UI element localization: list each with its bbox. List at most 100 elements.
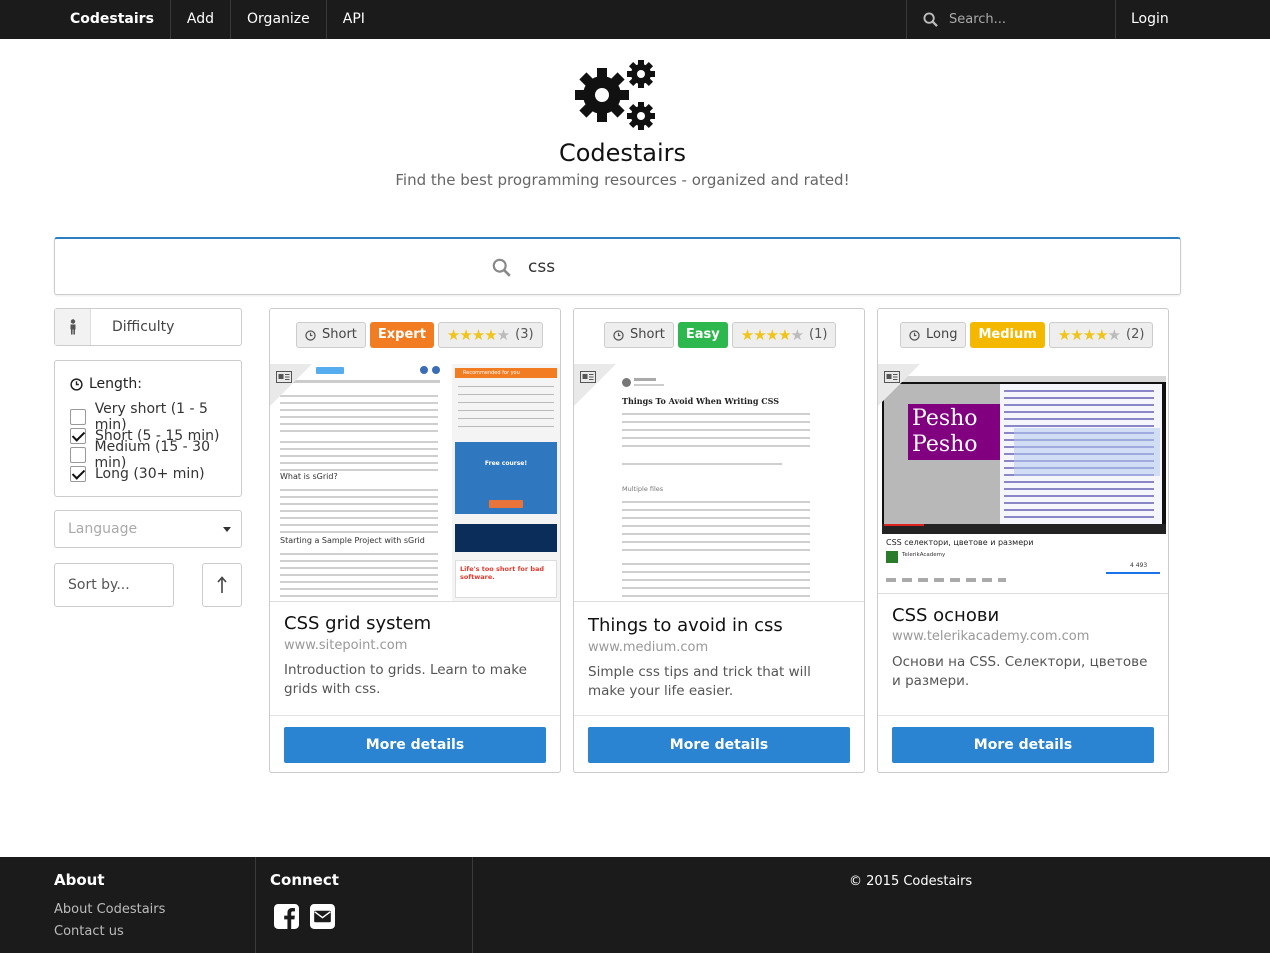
sort-placeholder: Sort by... [68, 577, 130, 593]
card-url: www.telerikacademy.com.com [892, 629, 1090, 644]
text-block [622, 460, 782, 470]
length-filter: Length: Very short (1 - 5 min) Short (5 … [54, 360, 242, 497]
caret-down-icon [223, 527, 231, 532]
length-option-very-short[interactable]: Very short (1 - 5 min) [70, 401, 241, 433]
demo-word: Pesho [912, 406, 978, 431]
card-badges: Long Medium ★★★★★ (2) [900, 322, 1154, 349]
text-block [622, 560, 810, 601]
thumb-heading: Starting a Sample Project with sGrid [280, 536, 425, 545]
video-player: Pesho Pesho [882, 376, 1166, 534]
card-title[interactable]: CSS grid system [284, 613, 431, 634]
promo-box: Free course! [455, 442, 557, 514]
facebook-icon[interactable] [274, 904, 299, 929]
card-badges: Short Easy ★★★★★ (1) [604, 322, 837, 349]
nav-organize[interactable]: Organize [231, 0, 327, 39]
card-badges: Short Expert ★★★★★ (3) [296, 322, 543, 349]
footer-about-title: About [54, 871, 105, 889]
difficulty-filter-button[interactable]: Difficulty [54, 308, 242, 346]
login-link[interactable]: Login [1116, 0, 1184, 39]
card-thumbnail[interactable]: Things To Avoid When Writing CSS Multipl… [574, 364, 864, 602]
contact-us-link[interactable]: Contact us [54, 924, 124, 939]
text-block [280, 486, 438, 514]
firebase-ad [455, 524, 557, 552]
card-description: Simple css tips and trick that will make… [588, 664, 811, 699]
length-option-label: Long (30+ min) [95, 465, 205, 482]
article-icon [276, 371, 292, 383]
checkbox[interactable] [70, 408, 86, 425]
gears-logo-icon [575, 60, 655, 130]
text-line [634, 378, 656, 381]
more-details-button[interactable]: More details [588, 727, 850, 763]
length-option-medium[interactable]: Medium (15 - 30 min) [70, 439, 241, 471]
rating-count: (3) [515, 327, 534, 342]
article-icon [580, 371, 596, 383]
resource-card: Short Easy ★★★★★ (1) Things To Avoid Whe… [573, 308, 865, 773]
share-icon [420, 366, 428, 374]
card-title[interactable]: CSS основи [892, 605, 999, 626]
hero-subtitle: Find the best programming resources - or… [395, 171, 850, 189]
text-block [280, 550, 438, 601]
code-highlight [1014, 428, 1160, 476]
video-topbar [882, 376, 1166, 382]
resource-card: Long Medium ★★★★★ (2) Pesho Pesho CSS се… [877, 308, 1169, 773]
thumb-article: Things To Avoid When Writing CSS Multipl… [574, 364, 864, 601]
card-thumbnail[interactable]: What is sGrid? Starting a Sample Project… [270, 364, 560, 602]
thumb-side-title: Recommended for you [455, 368, 557, 378]
nav-brand[interactable]: Codestairs [54, 0, 171, 39]
footer: About About Codestairs Contact us Connec… [0, 857, 1270, 953]
star-rating-icon: ★★★★★ [1057, 326, 1121, 344]
length-option-long[interactable]: Long (30+ min) [70, 464, 205, 483]
person-icon [70, 319, 76, 335]
nav-links: Codestairs Add Organize API [54, 0, 381, 39]
search-icon [923, 12, 938, 27]
hero-title: Codestairs [558, 139, 687, 167]
card-title[interactable]: Things to avoid in css [588, 615, 783, 636]
text-block [280, 514, 438, 534]
like-bar [1106, 572, 1160, 574]
text-block [280, 438, 438, 474]
mail-icon[interactable] [310, 904, 335, 929]
ad-text: Life's too short for bad software. [460, 565, 545, 581]
nav-api[interactable]: API [327, 0, 381, 39]
demo-box: Pesho Pesho [908, 404, 1000, 460]
length-badge: Long [900, 322, 967, 348]
about-codestairs-link[interactable]: About Codestairs [54, 902, 165, 917]
card-divider [574, 715, 864, 716]
checkbox-checked[interactable] [70, 465, 86, 482]
footer-about-column: About About Codestairs Contact us [0, 857, 256, 953]
rating-badge: ★★★★★ (3) [437, 322, 543, 348]
length-badge-text: Short [630, 327, 665, 342]
card-description: Introduction to grids. Learn to make gri… [284, 662, 527, 697]
card-url: www.sitepoint.com [284, 638, 408, 653]
sort-direction-button[interactable] [202, 563, 242, 607]
main-search-box [54, 237, 1181, 295]
channel-name: TelerikAcademy [902, 552, 946, 558]
search-icon [492, 258, 511, 277]
checkbox[interactable] [70, 446, 86, 463]
text-block [622, 498, 810, 554]
checkbox-checked[interactable] [70, 427, 86, 444]
more-details-button[interactable]: More details [284, 727, 546, 763]
language-select[interactable]: Language [54, 510, 242, 548]
code-editor [1000, 384, 1162, 524]
top-navbar: Codestairs Add Organize API Login [0, 0, 1270, 39]
clock-icon [613, 329, 624, 341]
footer-connect-title: Connect [270, 871, 339, 889]
demo-word: Pesho [912, 432, 978, 457]
sort-by-select[interactable]: Sort by... [54, 563, 174, 607]
length-badge: Short [604, 322, 674, 348]
nav-search-input[interactable] [949, 8, 1099, 30]
card-divider [878, 715, 1168, 716]
difficulty-badge: Medium [970, 322, 1045, 348]
arrow-up-icon [217, 576, 227, 593]
action-row [886, 578, 1006, 582]
clock-icon [305, 329, 316, 341]
channel-avatar [886, 551, 898, 563]
video-controls [882, 524, 1166, 534]
difficulty-icon-box [55, 309, 91, 345]
clock-icon [909, 329, 920, 341]
card-thumbnail[interactable]: Pesho Pesho CSS селектори, цветове и раз… [878, 364, 1168, 594]
more-details-button[interactable]: More details [892, 727, 1154, 763]
main-search-input[interactable] [528, 252, 828, 282]
nav-add[interactable]: Add [171, 0, 232, 39]
